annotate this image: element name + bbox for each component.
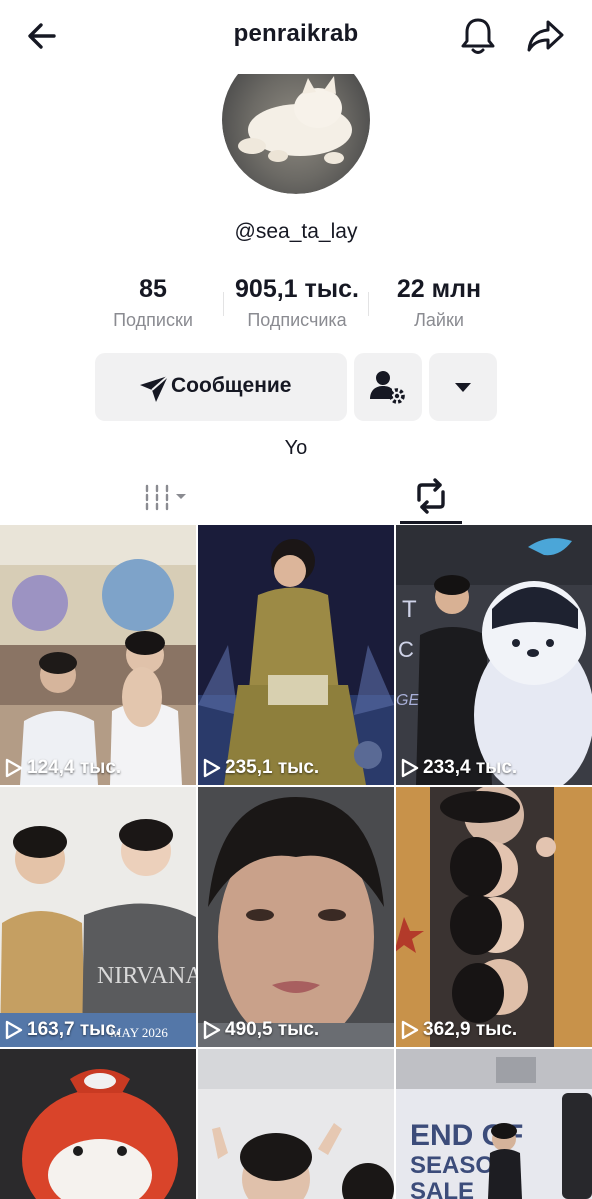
view-count-text: 233,4 тыс. bbox=[423, 757, 518, 778]
video-thumbnail[interactable]: END OF SEASON SALE bbox=[396, 1049, 592, 1199]
top-bar: penraikrab bbox=[0, 0, 592, 72]
stat-followers[interactable]: 905,1 тыс. Подписчика bbox=[226, 274, 368, 331]
view-count: 163,7 тыс. bbox=[4, 1019, 121, 1041]
bell-icon[interactable] bbox=[458, 14, 498, 56]
profile-username: @sea_ta_lay bbox=[234, 220, 358, 243]
user-gear-icon bbox=[370, 371, 405, 404]
play-icon bbox=[401, 758, 419, 778]
video-thumbnail[interactable]: NIRVANA MAY 2026 163,7 тыс. bbox=[0, 787, 196, 1047]
grid-dropdown-icon bbox=[145, 484, 186, 511]
play-icon bbox=[203, 1020, 221, 1040]
video-thumbnail[interactable] bbox=[198, 1049, 394, 1199]
stat-divider bbox=[223, 292, 224, 316]
repost-icon bbox=[417, 478, 445, 514]
profile-tabs bbox=[0, 470, 592, 524]
stat-following[interactable]: 85 Подписки bbox=[103, 274, 203, 331]
video-thumbnail[interactable]: 362,9 тыс. bbox=[396, 787, 592, 1047]
video-thumbnail[interactable] bbox=[0, 1049, 196, 1199]
page-title: penraikrab bbox=[233, 20, 359, 47]
view-count: 362,9 тыс. bbox=[400, 1019, 517, 1041]
video-thumbnail[interactable]: 235,1 тыс. bbox=[198, 525, 394, 785]
play-icon bbox=[5, 758, 23, 778]
view-count: 124,4 тыс. bbox=[4, 757, 121, 779]
view-count-text: 490,5 тыс. bbox=[225, 1019, 320, 1040]
message-button[interactable]: Сообщение bbox=[95, 353, 347, 421]
play-icon bbox=[5, 1020, 23, 1040]
stat-divider bbox=[368, 292, 369, 316]
video-thumbnail[interactable]: 124,4 тыс. bbox=[0, 525, 196, 785]
tab-videos[interactable] bbox=[138, 478, 194, 514]
following-count: 85 bbox=[139, 275, 167, 303]
likes-label: Лайки bbox=[414, 310, 464, 330]
caret-down-icon bbox=[455, 383, 471, 392]
view-count: 490,5 тыс. bbox=[202, 1019, 319, 1041]
view-count-text: 235,1 тыс. bbox=[225, 757, 320, 778]
tab-reposts[interactable] bbox=[400, 470, 462, 522]
followers-label: Подписчика bbox=[247, 310, 347, 330]
more-options-button[interactable] bbox=[429, 353, 497, 421]
svg-text:GE: GE bbox=[396, 692, 419, 709]
active-tab-indicator bbox=[400, 521, 462, 524]
share-icon[interactable] bbox=[524, 16, 566, 56]
svg-text:T: T bbox=[402, 596, 417, 623]
stat-likes[interactable]: 22 млн Лайки bbox=[384, 274, 494, 331]
likes-count: 22 млн bbox=[396, 275, 482, 303]
view-count-text: 362,9 тыс. bbox=[423, 1019, 518, 1040]
following-label: Подписки bbox=[113, 310, 193, 330]
send-icon bbox=[139, 375, 169, 403]
message-button-label: Сообщение bbox=[171, 374, 292, 397]
profile-bio: Yo bbox=[284, 437, 308, 459]
avatar-cat-image bbox=[222, 74, 370, 194]
svg-text:C: C bbox=[398, 637, 414, 662]
play-icon bbox=[401, 1020, 419, 1040]
svg-text:NIRVANA: NIRVANA bbox=[97, 963, 196, 989]
video-thumbnail[interactable]: 490,5 тыс. bbox=[198, 787, 394, 1047]
view-count-text: 124,4 тыс. bbox=[27, 757, 122, 778]
video-thumbnail[interactable]: T C GE 233,4 тыс. bbox=[396, 525, 592, 785]
followers-count: 905,1 тыс. bbox=[235, 275, 359, 303]
view-count: 235,1 тыс. bbox=[202, 757, 319, 779]
avatar[interactable] bbox=[222, 74, 370, 194]
svg-text:SALE: SALE bbox=[410, 1178, 474, 1199]
follow-settings-button[interactable] bbox=[354, 353, 422, 421]
view-count: 233,4 тыс. bbox=[400, 757, 517, 779]
play-icon bbox=[203, 758, 221, 778]
view-count-text: 163,7 тыс. bbox=[27, 1019, 122, 1040]
